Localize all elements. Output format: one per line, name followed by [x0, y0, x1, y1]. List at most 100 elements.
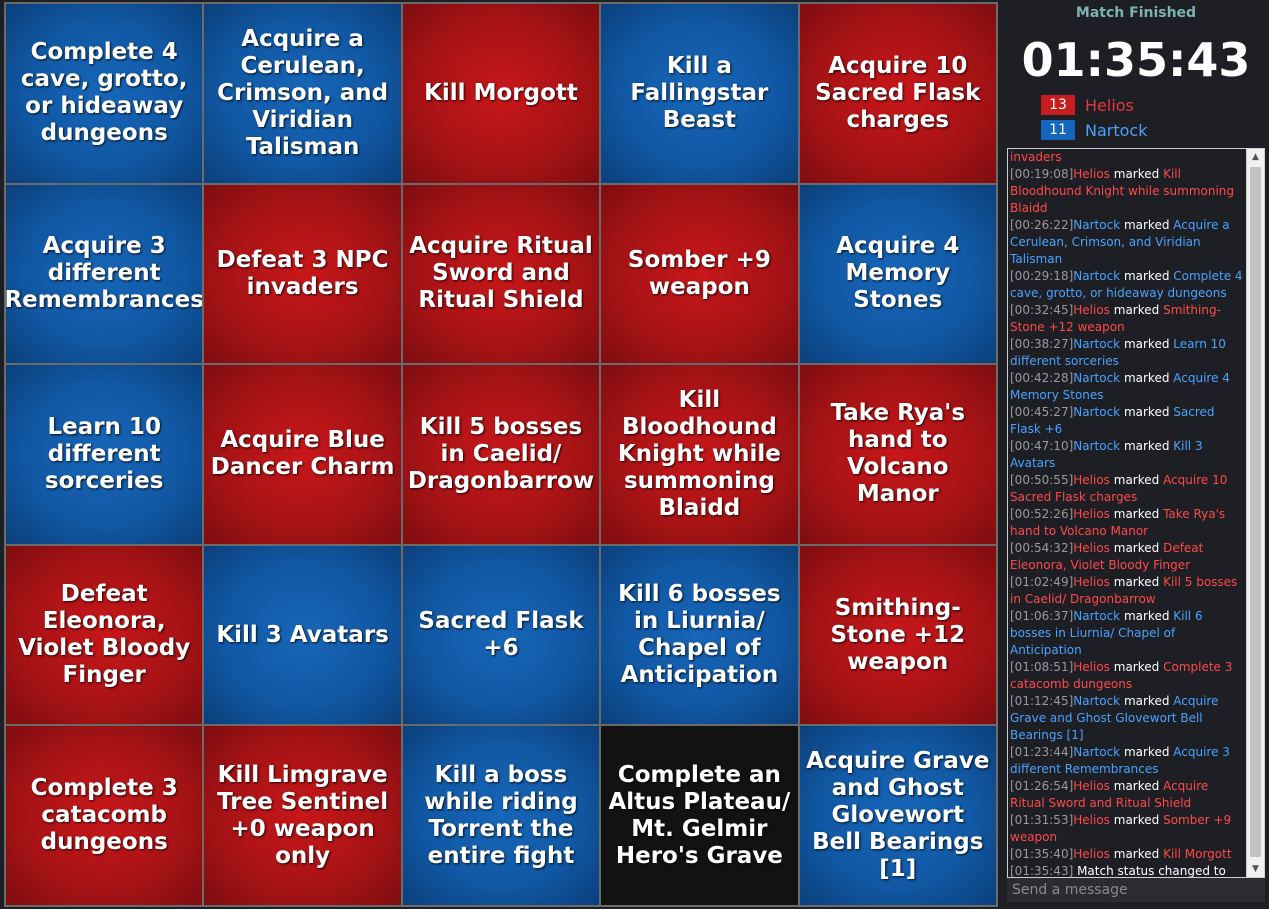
- player-score: 13: [1041, 95, 1075, 115]
- chat-message: [01:02:49]Helios marked Kill 5 bosses in…: [1010, 574, 1244, 608]
- bingo-cell-label: Defeat Eleonora, Violet Bloody Finger: [18, 581, 191, 689]
- bingo-cell[interactable]: Kill Limgrave Tree Sentinel +0 weapon on…: [204, 726, 401, 905]
- bingo-cell[interactable]: Acquire 4 Memory Stones: [799, 184, 996, 364]
- bingo-cell-label: Complete 4 cave, grotto, or hideaway dun…: [20, 39, 188, 147]
- chat-message: [01:12:45]Nartock marked Acquire Grave a…: [1010, 693, 1244, 744]
- chat-message: [01:08:51]Helios marked Complete 3 catac…: [1010, 659, 1244, 693]
- chat-text: marked: [1120, 337, 1174, 351]
- bingo-cell[interactable]: Kill 5 bosses in Caelid/ Dragonbarrow: [402, 365, 600, 544]
- bingo-cell[interactable]: Kill 6 bosses in Liurnia/ Chapel of Anti…: [601, 545, 798, 725]
- bingo-cell[interactable]: Kill Bloodhound Knight while summoning B…: [601, 365, 798, 544]
- bingo-cell-label: Acquire Ritual Sword and Ritual Shield: [409, 233, 593, 314]
- chat-message: [01:35:43] Match status changed to Match…: [1010, 863, 1244, 877]
- chat-text: Kill Morgott: [1163, 847, 1232, 861]
- chat-text: Nartock: [1073, 745, 1121, 759]
- bingo-cell[interactable]: Acquire Grave and Ghost Glovewort Bell B…: [799, 726, 996, 905]
- chat-timestamp: [01:06:37]: [1010, 609, 1074, 623]
- bingo-cell[interactable]: Acquire Ritual Sword and Ritual Shield: [402, 184, 600, 364]
- scroll-down-icon[interactable]: ▼: [1247, 861, 1264, 877]
- bingo-cell-label: Kill 5 bosses in Caelid/ Dragonbarrow: [407, 413, 595, 494]
- chat-text: marked: [1109, 575, 1164, 589]
- chat-timestamp: [00:19:08]: [1010, 167, 1074, 181]
- scroll-up-icon[interactable]: ▲: [1247, 149, 1264, 165]
- chat-timestamp: [00:54:32]: [1010, 541, 1074, 555]
- chat-text: Helios: [1073, 507, 1110, 521]
- chat-text: marked: [1120, 609, 1174, 623]
- chat-text: marked: [1109, 507, 1164, 521]
- bingo-cell[interactable]: Take Rya's hand to Volcano Manor: [799, 365, 996, 544]
- chat-text: Nartock: [1073, 439, 1121, 453]
- chat-message: [01:31:53]Helios marked Somber +9 weapon: [1010, 812, 1244, 846]
- match-status: Match Finished: [1075, 5, 1197, 21]
- chat-message: [00:54:32]Helios marked Defeat Eleonora,…: [1010, 540, 1244, 574]
- chat-text: marked: [1120, 745, 1174, 759]
- chat-text: Helios: [1073, 167, 1110, 181]
- bingo-cell-label: Kill Limgrave Tree Sentinel +0 weapon on…: [217, 761, 389, 869]
- chat-text: marked: [1109, 813, 1164, 827]
- chat-message: invaders: [1010, 149, 1244, 166]
- chat-text: Match status changed to: [1073, 864, 1226, 877]
- bingo-cell[interactable]: Complete 4 cave, grotto, or hideaway dun…: [6, 4, 203, 183]
- chat-message: [01:35:40]Helios marked Kill Morgott: [1010, 846, 1244, 863]
- bingo-cell-label: Smithing-Stone +12 weapon: [830, 594, 966, 675]
- bingo-cell[interactable]: Kill Morgott: [402, 4, 600, 183]
- bingo-cell-label: Sacred Flask +6: [418, 608, 584, 662]
- chat-message: [00:32:45]Helios marked Smithing-Stone +…: [1010, 302, 1244, 336]
- chat-text: marked: [1120, 439, 1174, 453]
- chat-text: Nartock: [1073, 371, 1121, 385]
- bingo-cell[interactable]: Acquire a Cerulean, Crimson, and Viridia…: [204, 4, 401, 183]
- chat-text: marked: [1109, 473, 1164, 487]
- bingo-cell-label: Kill 6 bosses in Liurnia/ Chapel of Anti…: [618, 581, 781, 689]
- bingo-cell-label: Defeat 3 NPC invaders: [216, 246, 389, 300]
- chat-timestamp: [00:42:28]: [1010, 371, 1074, 385]
- chat-timestamp: [00:45:27]: [1010, 405, 1074, 419]
- chat-message: [00:29:18]Nartock marked Complete 4 cave…: [1010, 268, 1244, 302]
- chat-text: Nartock: [1073, 218, 1121, 232]
- chat-timestamp: [01:35:40]: [1010, 847, 1074, 861]
- chat-timestamp: [01:08:51]: [1010, 660, 1074, 674]
- bingo-cell-label: Kill 3 Avatars: [216, 621, 389, 648]
- bingo-cell[interactable]: Acquire 3 different Remembrances: [6, 184, 203, 364]
- chat-message: [00:42:28]Nartock marked Acquire 4 Memor…: [1010, 370, 1244, 404]
- player-name: Helios: [1085, 95, 1134, 115]
- chat-text: marked: [1109, 779, 1164, 793]
- bingo-cell[interactable]: Kill a Fallingstar Beast: [601, 4, 798, 183]
- scroll-thumb[interactable]: [1250, 167, 1261, 857]
- chat-timestamp: [01:02:49]: [1010, 575, 1074, 589]
- chat-log-box[interactable]: invaders [00:19:08]Helios marked Kill Blo…: [1007, 148, 1265, 878]
- bingo-cell[interactable]: Learn 10 different sorceries: [6, 365, 203, 544]
- bingo-board: Complete 4 cave, grotto, or hideaway dun…: [4, 2, 998, 907]
- bingo-cell[interactable]: Somber +9 weapon: [601, 184, 798, 364]
- chat-text: Nartock: [1073, 694, 1121, 708]
- chat-timestamp: [01:35:43]: [1010, 864, 1074, 877]
- chat-text: marked: [1109, 847, 1164, 861]
- bingo-cell[interactable]: Defeat Eleonora, Violet Bloody Finger: [6, 545, 203, 725]
- bingo-cell[interactable]: Complete an Altus Plateau/ Mt. Gelmir He…: [601, 726, 798, 905]
- bingo-cell[interactable]: Acquire 10 Sacred Flask charges: [799, 4, 996, 183]
- bingo-cell-label: Complete 3 catacomb dungeons: [30, 775, 178, 856]
- chat-text: Helios: [1073, 541, 1110, 555]
- chat-message-input[interactable]: [1007, 878, 1265, 902]
- chat-timestamp: [00:50:55]: [1010, 473, 1074, 487]
- bingo-cell[interactable]: Acquire Blue Dancer Charm: [204, 365, 401, 544]
- chat-message: [00:50:55]Helios marked Acquire 10 Sacre…: [1010, 472, 1244, 506]
- bingo-cell-label: Learn 10 different sorceries: [44, 413, 164, 494]
- bingo-cell-label: Acquire Blue Dancer Charm: [210, 427, 395, 481]
- bingo-cell[interactable]: Defeat 3 NPC invaders: [204, 184, 401, 364]
- chat-text: Helios: [1073, 575, 1110, 589]
- bingo-cell[interactable]: Sacred Flask +6: [402, 545, 600, 725]
- chat-text: marked: [1120, 694, 1174, 708]
- bingo-cell[interactable]: Kill 3 Avatars: [204, 545, 401, 725]
- bingo-cell[interactable]: Smithing-Stone +12 weapon: [799, 545, 996, 725]
- chat-message: [00:38:27]Nartock marked Learn 10 differ…: [1010, 336, 1244, 370]
- bingo-cell[interactable]: Complete 3 catacomb dungeons: [6, 726, 203, 905]
- bingo-cell-label: Kill Bloodhound Knight while summoning B…: [617, 386, 781, 521]
- chat-scrollbar[interactable]: ▲ ▼: [1246, 149, 1264, 877]
- chat-timestamp: [00:32:45]: [1010, 303, 1074, 317]
- player-row-helios: 13 Helios: [1041, 95, 1134, 115]
- bingo-cell[interactable]: Kill a boss while riding Torrent the ent…: [402, 726, 600, 905]
- chat-text: Helios: [1073, 473, 1110, 487]
- chat-message: [00:45:27]Nartock marked Sacred Flask +6: [1010, 404, 1244, 438]
- bingo-cell-label: Acquire a Cerulean, Crimson, and Viridia…: [217, 25, 389, 160]
- side-panel: Match Finished 01:35:43 13 Helios 11 Nar…: [1003, 0, 1269, 909]
